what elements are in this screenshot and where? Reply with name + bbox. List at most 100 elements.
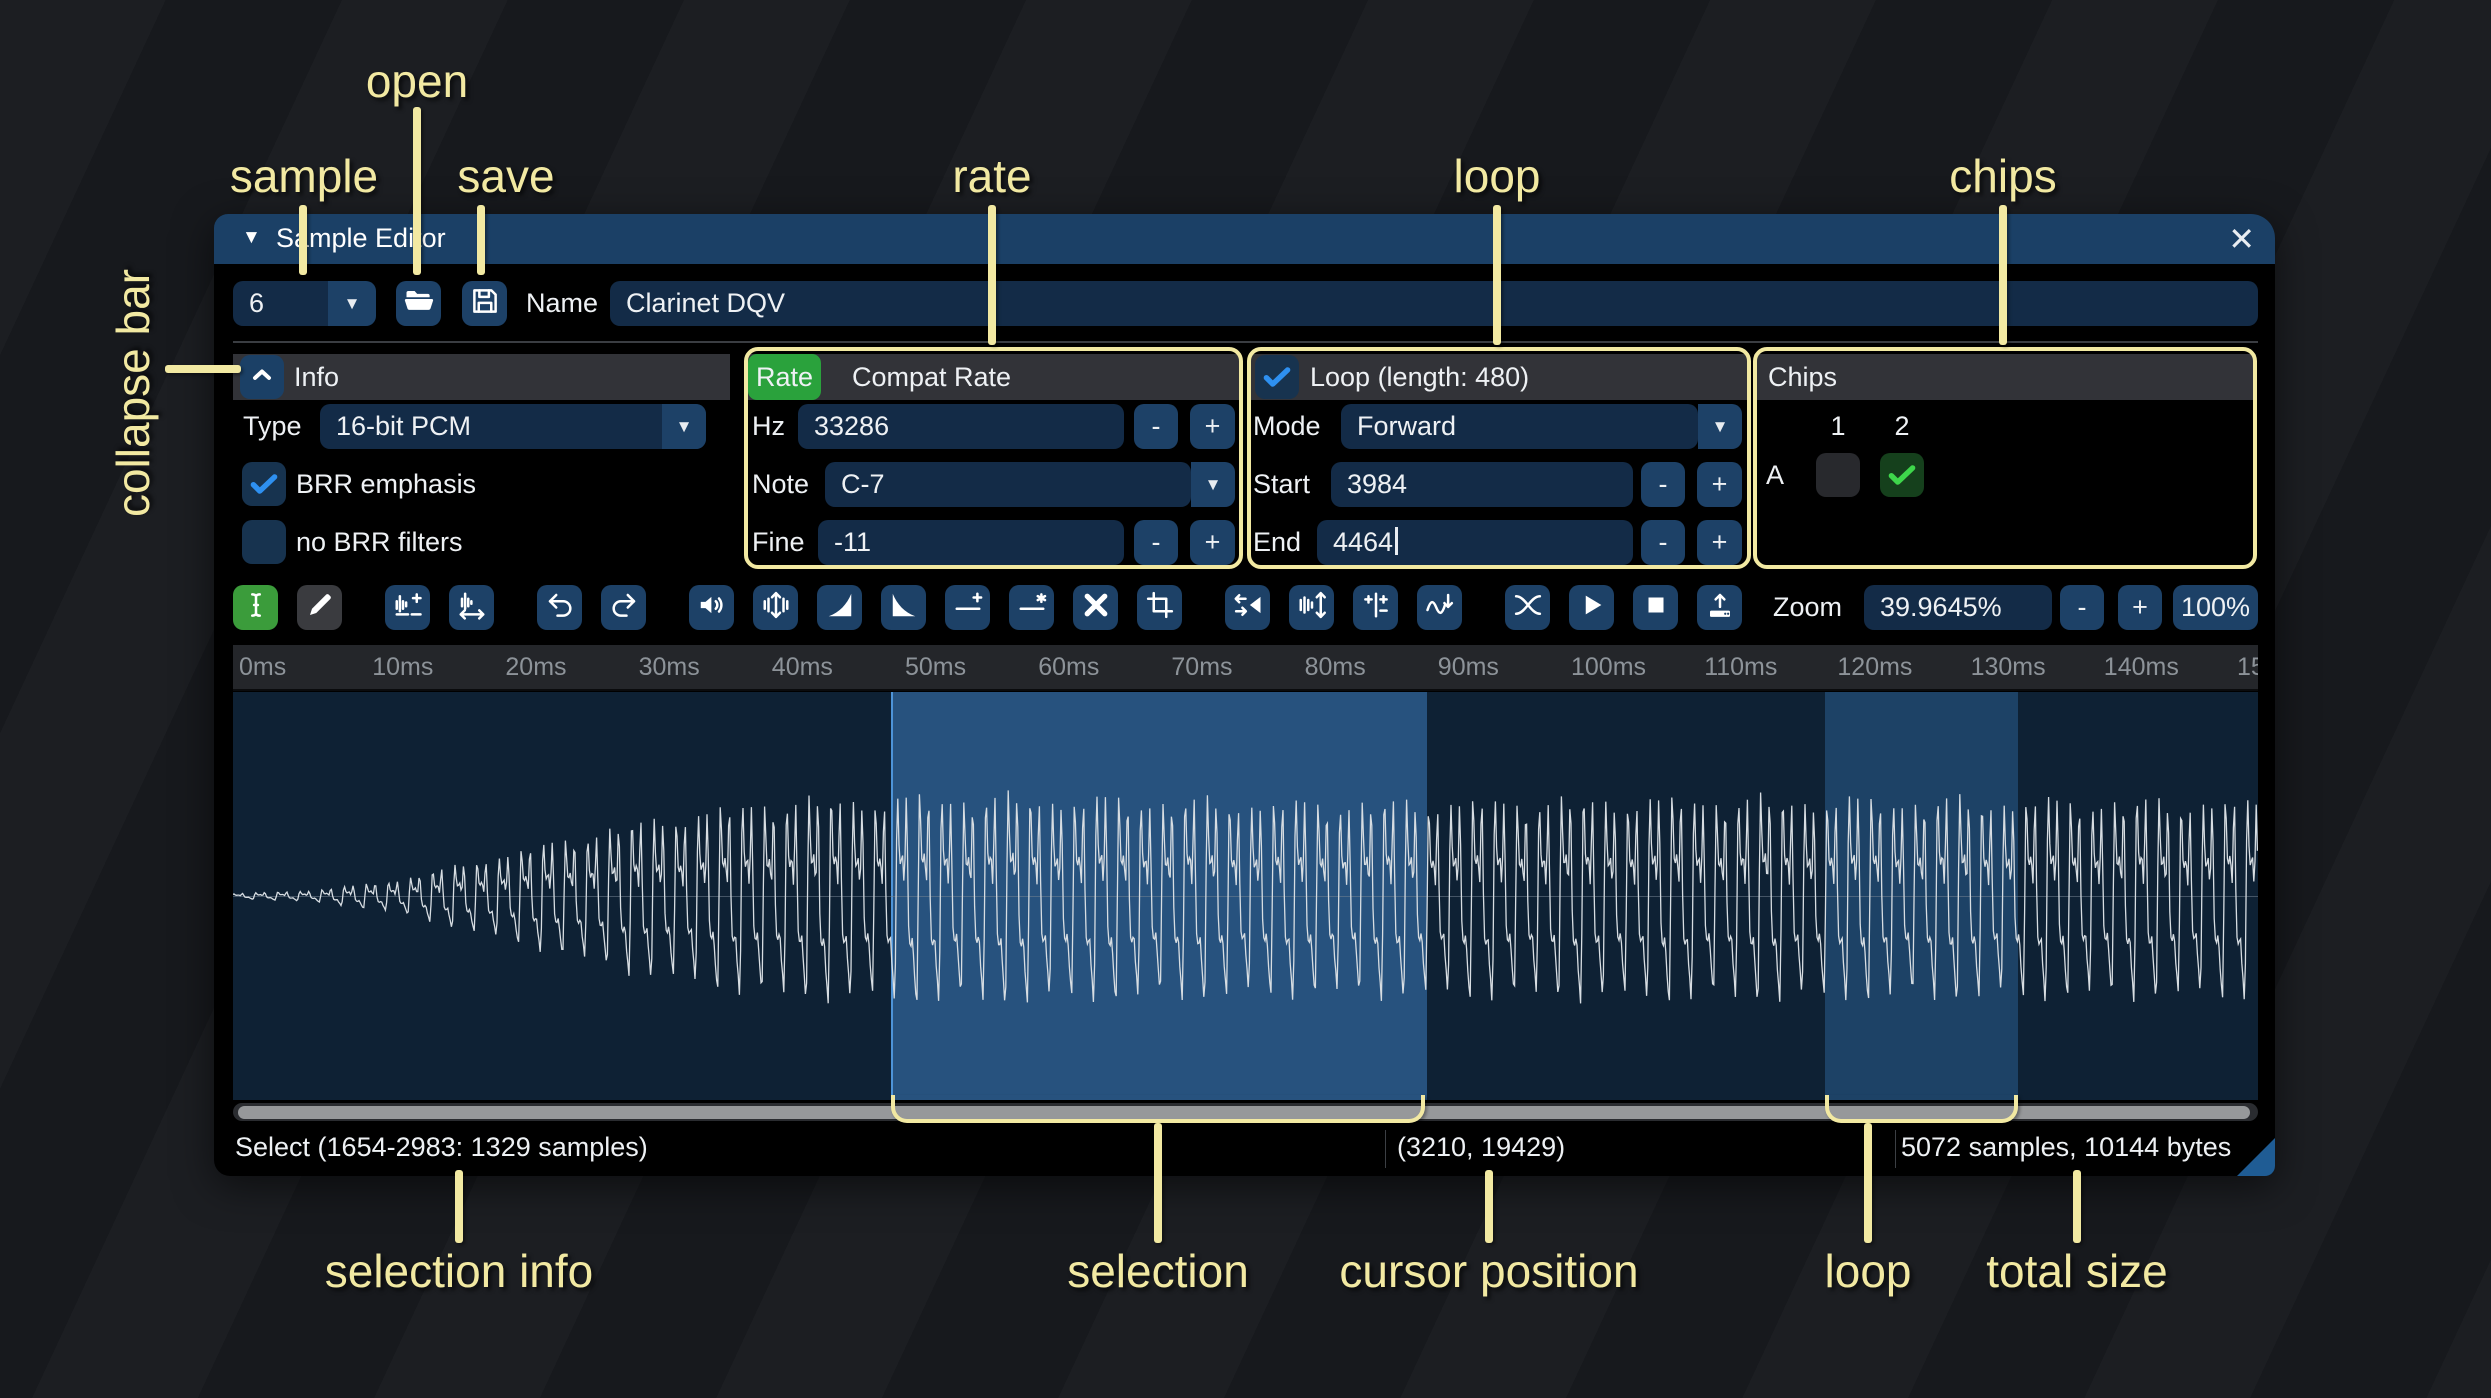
hz-label: Hz	[752, 411, 785, 441]
fine-decrease-button[interactable]: -	[1134, 520, 1178, 565]
close-icon[interactable]: ✕	[2228, 220, 2255, 258]
open-sample-button[interactable]	[396, 281, 441, 326]
loop-end-decrease-button[interactable]: -	[1641, 520, 1685, 565]
divider	[233, 341, 2258, 343]
sign-icon	[1361, 590, 1391, 625]
resample-button[interactable]	[449, 585, 494, 630]
undo-button[interactable]	[537, 585, 582, 630]
waveform-view[interactable]	[233, 692, 2258, 1100]
status-bar: Select (1654-2983: 1329 samples) (3210, …	[214, 1126, 2275, 1172]
text-cursor	[1395, 527, 1399, 555]
loop-end-input[interactable]: 4464	[1317, 520, 1633, 565]
signed-unsigned-button[interactable]	[1353, 585, 1398, 630]
chevron-up-icon	[248, 361, 276, 394]
chip-2-checkbox[interactable]	[1880, 453, 1924, 497]
loop-start-input[interactable]: 3984	[1331, 462, 1633, 507]
divider	[1895, 1130, 1896, 1168]
apply-silence-button[interactable]	[1009, 585, 1054, 630]
reverse-button[interactable]	[1225, 585, 1270, 630]
loop-mode-dropdown[interactable]: Forward	[1341, 404, 1698, 449]
ruler-label: 10ms	[372, 653, 434, 681]
amplify-button[interactable]	[689, 585, 734, 630]
draw-tool-button[interactable]	[297, 585, 342, 630]
trim-button[interactable]	[1137, 585, 1182, 630]
hz-increase-button[interactable]: +	[1190, 404, 1235, 449]
window-titlebar[interactable]: ▼ Sample Editor ✕	[214, 214, 2275, 264]
window-collapse-icon[interactable]: ▼	[242, 227, 261, 249]
invert-button[interactable]	[1289, 585, 1334, 630]
ruler-label: 40ms	[771, 653, 833, 681]
ruler-label: 30ms	[638, 653, 700, 681]
sample-type-dropdown[interactable]: 16-bit PCM	[320, 404, 706, 449]
hz-decrease-button[interactable]: -	[1134, 404, 1178, 449]
ruler-label: 90ms	[1437, 653, 1499, 681]
fine-input[interactable]: -11	[818, 520, 1124, 565]
annotation-collapse-bar: collapse bar	[107, 268, 159, 518]
ruler-label: 60ms	[1038, 653, 1100, 681]
compat-rate-label[interactable]: Compat Rate	[852, 354, 1011, 400]
annotation-save: save	[457, 150, 555, 202]
scrollbar-thumb[interactable]	[238, 1105, 2250, 1119]
import-sample-button[interactable]	[1697, 585, 1742, 630]
zoom-in-button[interactable]: +	[2118, 585, 2162, 630]
zoom-label: Zoom	[1772, 592, 1842, 622]
loop-end-label: End	[1253, 527, 1302, 557]
save-sample-button[interactable]	[462, 281, 507, 326]
annotation-line	[455, 1170, 463, 1243]
timeline-ruler[interactable]: 0ms 10ms 20ms 30ms 40ms 50ms 60ms 70ms 80ms 90ms 1…	[233, 645, 2258, 691]
brr-emphasis-checkbox[interactable]	[242, 462, 286, 506]
normalize-icon	[761, 590, 791, 625]
sample-index-field[interactable]: 6	[233, 281, 328, 326]
note-dropdown-arrow[interactable]: ▼	[1191, 462, 1235, 507]
brr-emphasis-label: BRR emphasis	[296, 469, 477, 499]
ruler-label: 120ms	[1837, 653, 1913, 681]
rate-mode-button[interactable]: Rate	[748, 354, 821, 400]
note-label: Note	[752, 469, 810, 499]
select-tool-button[interactable]	[233, 585, 278, 630]
no-brr-filters-checkbox[interactable]	[242, 520, 286, 564]
collapse-bar-button[interactable]	[240, 355, 284, 399]
annotation-line	[1485, 1170, 1493, 1243]
crossfade-button[interactable]	[1505, 585, 1550, 630]
hz-input[interactable]: 33286	[798, 404, 1124, 449]
chip-column-2: 2	[1894, 411, 1910, 441]
loop-start-decrease-button[interactable]: -	[1641, 462, 1685, 507]
annotation-selection-info: selection info	[324, 1245, 594, 1297]
sample-name-input[interactable]: Clarinet DQV	[610, 281, 2258, 326]
ruler-label: 130ms	[1970, 653, 2046, 681]
check-icon	[250, 474, 278, 494]
sample-index-dropdown-button[interactable]: ▼	[328, 281, 376, 326]
zoom-out-button[interactable]: -	[2060, 585, 2104, 630]
fade-in-button[interactable]	[817, 585, 862, 630]
annotation-open: open	[365, 55, 469, 107]
preview-button[interactable]	[1569, 585, 1614, 630]
filter-button[interactable]	[1417, 585, 1462, 630]
note-dropdown[interactable]: C-7	[825, 462, 1191, 507]
cursor-position-text: (3210, 19429)	[1397, 1132, 1566, 1162]
loop-panel-header: Loop (length: 480)	[1250, 354, 1748, 400]
normalize-button[interactable]	[753, 585, 798, 630]
fade-out-button[interactable]	[881, 585, 926, 630]
delete-button[interactable]	[1073, 585, 1118, 630]
zoom-input[interactable]: 39.9645%	[1864, 585, 2052, 630]
resize-grip[interactable]	[2237, 1138, 2275, 1176]
zoom-reset-button[interactable]: 100%	[2173, 585, 2258, 630]
chevron-down-icon: ▼	[1204, 475, 1222, 494]
chip-1-checkbox[interactable]	[1816, 453, 1860, 497]
horizontal-scrollbar[interactable]	[233, 1103, 2258, 1121]
insert-silence-button[interactable]	[945, 585, 990, 630]
stop-preview-button[interactable]	[1633, 585, 1678, 630]
loop-enable-checkbox[interactable]	[1255, 355, 1299, 399]
crossfade-icon	[1513, 590, 1543, 625]
resize-button[interactable]	[385, 585, 430, 630]
crop-icon	[1145, 590, 1175, 625]
save-floppy-icon	[470, 286, 500, 321]
fine-increase-button[interactable]: +	[1190, 520, 1235, 565]
filter-wave-icon	[1425, 590, 1455, 625]
redo-button[interactable]	[601, 585, 646, 630]
loop-start-increase-button[interactable]: +	[1697, 462, 1742, 507]
loop-end-increase-button[interactable]: +	[1697, 520, 1742, 565]
sample-type-dropdown-arrow[interactable]: ▼	[662, 404, 706, 449]
undo-icon	[545, 590, 575, 625]
loop-mode-dropdown-arrow[interactable]: ▼	[1698, 404, 1742, 449]
